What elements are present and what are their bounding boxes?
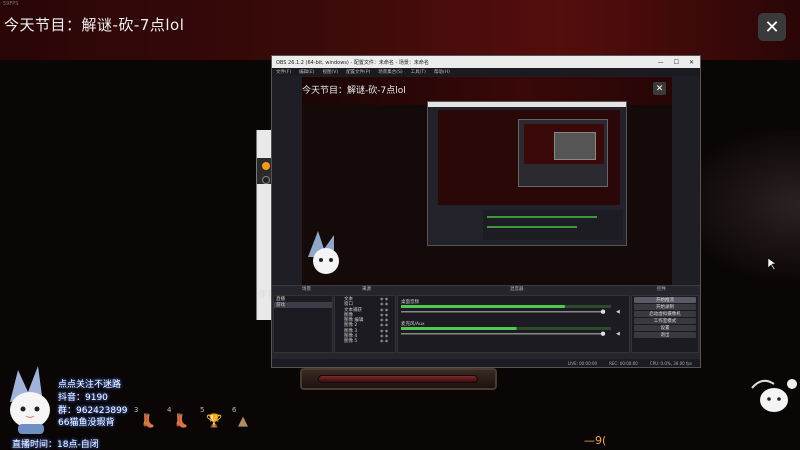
menu-item[interactable]: 配置文件(P): [346, 69, 370, 75]
preview-title: 今天节目：解谜-砍-7点lol: [302, 86, 406, 96]
speaker-icon[interactable]: ◀: [616, 309, 620, 315]
game-rail-lower: [300, 368, 497, 390]
overlay-live-time: 直播时间：18点-自闭: [12, 440, 99, 450]
obs-window-title: OBS 26.1.2 (64-bit, windows) - 配置文件：未命名 …: [276, 59, 429, 66]
menu-item[interactable]: 文件(F): [276, 69, 291, 75]
control-button[interactable]: 退出: [634, 332, 696, 338]
audio-channel-name: 桌面音频: [401, 298, 419, 305]
obs-menubar: 文件(F) 编辑(E) 视图(V) 配置文件(P) 场景集合(S) 工具(T) 帮助(H): [272, 68, 700, 76]
control-button[interactable]: 开始录制: [634, 304, 696, 310]
controls-panel[interactable]: 开始推流 开始录制 启动虚拟摄像机 工作室模式 设置 退出: [631, 295, 699, 353]
volume-slider[interactable]: [401, 311, 601, 313]
scenes-header: 场景: [302, 287, 311, 292]
mouse-cursor-icon: [768, 258, 777, 270]
control-button[interactable]: 启动虚拟摄像机: [634, 311, 696, 317]
orange-dot-icon: [262, 162, 270, 170]
game-counter: —9(: [584, 434, 607, 447]
controls-header: 控件: [657, 287, 666, 292]
inventory-slot: 4 👢: [167, 406, 199, 432]
inventory-slot-number: 5: [200, 406, 205, 414]
inventory-slot-number: 3: [134, 406, 139, 414]
preview-close-icon: ✕: [653, 82, 666, 95]
scene-item[interactable]: 游戏: [274, 302, 332, 308]
streamer-avatar: [10, 366, 50, 434]
audio-meter-level: [401, 327, 517, 330]
maximize-icon[interactable]: ☐: [674, 59, 679, 66]
volume-slider-handle[interactable]: [600, 309, 606, 314]
mascot-icon: [751, 379, 797, 412]
status-item: REC: 00:00:00: [609, 360, 638, 366]
overlay-info: 点点关注不迷路 抖音：9190 群：962423899 66猫鱼没瑕背: [58, 379, 128, 430]
nested-obs-window: [427, 101, 627, 246]
nested-titlebar: [428, 102, 626, 107]
source-item[interactable]: 图像 5: [335, 338, 395, 344]
mixer-meters: 桌面音频 ◀ 麦克风/Aux ◀: [401, 298, 620, 337]
sources-panel[interactable]: 文本窗口文本捕获图像图像 编辑图像 2图像 3图像 4图像 5: [334, 295, 396, 353]
boot-icon: 👢: [140, 414, 157, 429]
stream-title: 今天节目：解谜-砍-7点lol: [4, 16, 185, 34]
nested-meter: [487, 226, 577, 228]
fps-readout: 59FPS: [3, 1, 19, 7]
preview-avatar: [308, 231, 339, 274]
obs-preview[interactable]: 今天节目：解谜-砍-7点lol ✕: [302, 77, 672, 285]
menu-item[interactable]: 编辑(E): [299, 69, 314, 75]
sources-header: 来源: [362, 287, 371, 292]
volume-slider[interactable]: [401, 333, 601, 335]
window-controls: — ☐ ✕: [658, 59, 700, 66]
audio-mixer-panel[interactable]: 桌面音频 ◀ 麦克风/Aux ◀: [397, 295, 630, 353]
obs-titlebar[interactable]: OBS 26.1.2 (64-bit, windows) - 配置文件：未命名 …: [272, 56, 700, 68]
overlay-follow-line: 点点关注不迷路: [58, 380, 122, 390]
obs-status-bar: LIVE: 00:00:00 REC: 00:00:00 CPU: 0.0%, 30…: [272, 359, 700, 367]
menu-item[interactable]: 视图(V): [322, 69, 338, 75]
obs-window[interactable]: OBS 26.1.2 (64-bit, windows) - 配置文件：未命名 …: [271, 55, 701, 368]
menu-item[interactable]: 工具(T): [411, 69, 426, 75]
nested-obs-window-2: [518, 119, 608, 187]
nested-obs-window-3: [554, 132, 596, 160]
speaker-icon[interactable]: ◀: [616, 331, 620, 337]
inventory-slot: 5 🏆: [200, 406, 232, 432]
audio-channel-name: 麦克风/Aux: [401, 320, 425, 327]
boot-icon: 👢: [173, 414, 190, 429]
status-item: LIVE: 00:00:00: [567, 360, 598, 366]
inventory-slot: 3 👢: [134, 406, 166, 432]
record-dot-icon: [262, 176, 270, 184]
status-item: CPU: 0.0%, 30.00 fps: [649, 360, 692, 366]
nested-preview-2: [524, 124, 604, 164]
mixer-header: 混音器: [510, 287, 524, 292]
close-button[interactable]: ✕: [758, 13, 786, 41]
menu-item[interactable]: 帮助(H): [434, 69, 450, 75]
trophy-icon: 🏆: [206, 414, 223, 429]
inventory-slot-number: 4: [167, 406, 172, 414]
close-icon[interactable]: ✕: [689, 59, 694, 66]
overlay-group-line: 群：962423899: [58, 405, 128, 416]
nested-preview: [438, 110, 620, 205]
control-button[interactable]: 设置: [634, 325, 696, 331]
overlay-wechat-line: 66猫鱼没瑕背: [58, 418, 115, 429]
overlay-douyin-line: 抖音：9190: [58, 392, 108, 403]
audio-meter-level: [401, 305, 565, 308]
inventory-slot: 6 ▲: [232, 406, 264, 432]
obs-dock-area: 场景 来源 混音器 控件 直播游戏 文本窗口文本捕获图像图像 编辑图像 2图像 …: [272, 285, 700, 367]
minimize-icon[interactable]: —: [658, 59, 664, 66]
nested-mixer: [483, 210, 623, 240]
inventory-slot-number: 6: [232, 406, 237, 414]
volume-slider-handle[interactable]: [600, 331, 606, 336]
game-rail-inner: [318, 375, 478, 383]
control-button[interactable]: 工作室模式: [634, 318, 696, 324]
control-button[interactable]: 开始推流: [634, 297, 696, 303]
nested-meter: [487, 216, 597, 218]
menu-item[interactable]: 场景集合(S): [378, 69, 402, 75]
triangle-icon: ▲: [238, 414, 248, 429]
scenes-panel[interactable]: 直播 游戏: [273, 295, 333, 353]
